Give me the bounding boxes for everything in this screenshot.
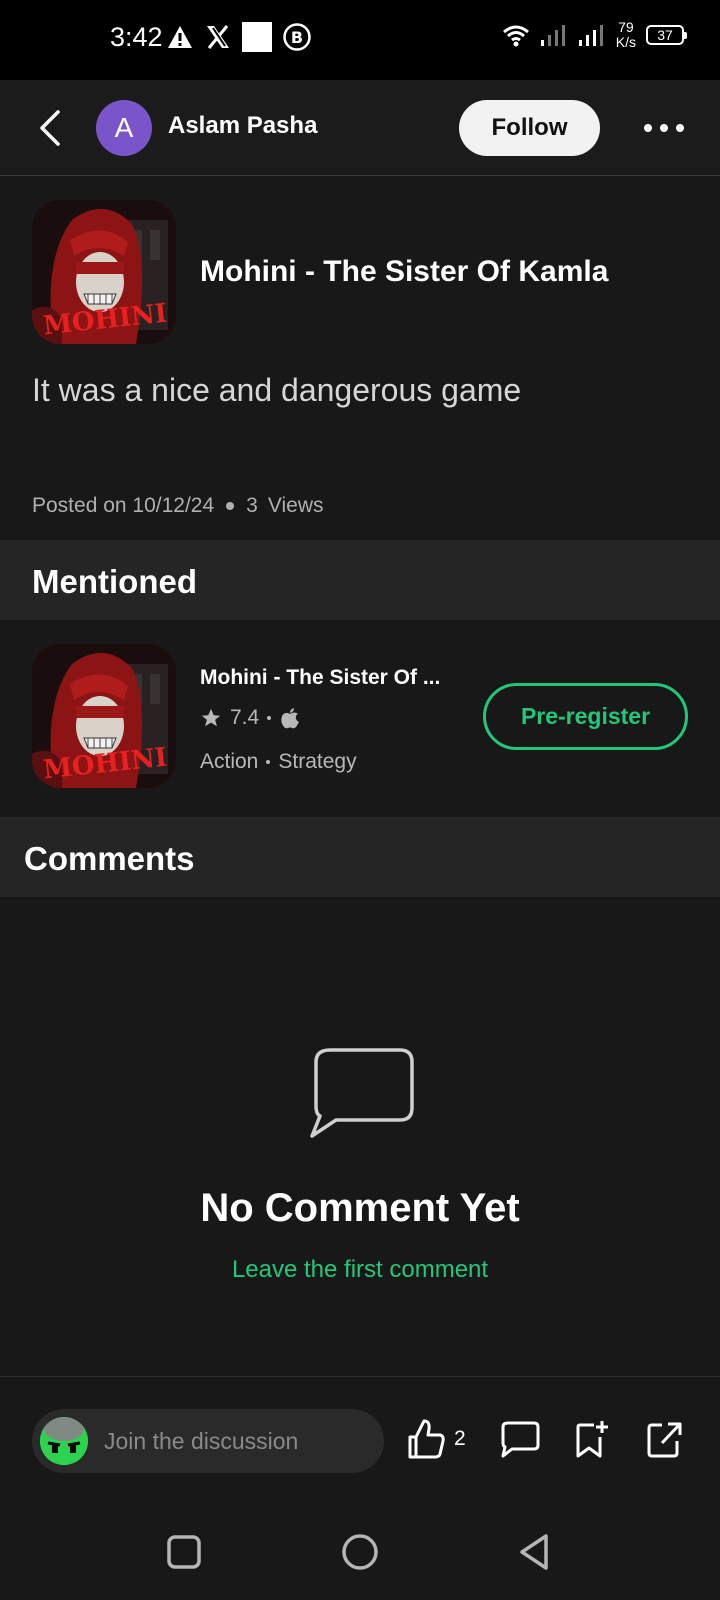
status-bar: 3:42 B 79 K/s 37 [0,0,720,80]
circle-icon [342,1534,378,1570]
back-nav-button[interactable] [514,1530,558,1574]
square-icon [167,1535,201,1569]
signal-icon-sim2 [578,25,603,46]
leave-first-comment-link[interactable]: Leave the first comment [0,1256,720,1284]
network-speed-value: 79 [618,19,634,35]
recent-apps-button[interactable] [162,1530,206,1574]
mentioned-title: Mentioned [32,563,197,600]
x-app-icon [207,25,229,49]
like-button[interactable]: 2 [406,1415,466,1463]
post-body-text: It was a nice and dangerous game [32,372,522,408]
like-count: 2 [454,1427,466,1450]
battery-indicator: 37 [646,25,687,45]
author-avatar[interactable]: A [96,100,152,156]
more-options-button[interactable] [640,110,688,146]
svg-text:B: B [291,28,303,47]
apple-icon [281,708,300,729]
back-arrow-icon [40,110,60,146]
share-button[interactable] [646,1415,682,1463]
views-label: Views [267,494,324,517]
home-button[interactable] [338,1530,382,1574]
tag-separator [266,760,271,764]
pre-register-button[interactable]: Pre-register [483,683,688,750]
comment-icon [501,1421,540,1458]
system-status-icons: 79 K/s 37 [502,20,687,50]
more-dots-icon [644,124,684,132]
join-discussion-input[interactable]: Join the discussion [32,1409,384,1473]
rating-value: 7.4 [230,706,260,729]
meta-separator [226,502,235,510]
status-time: 3:42 [110,22,163,52]
mentioned-game-rating: 7.4 [200,706,301,730]
post-game-title[interactable]: Mohini - The Sister Of Kamla [200,255,608,289]
signal-icon-sim1 [540,25,565,46]
wifi-icon [502,25,529,47]
mentioned-section-header: Mentioned [0,540,720,620]
views-count: 3 [246,494,258,517]
posted-date: Posted on 10/12/24 [32,494,215,517]
author-name[interactable]: Aslam Pasha [168,112,317,140]
comment-bubble-icon [310,1048,414,1138]
post-meta: Posted on 10/12/24 3 Views [32,494,323,518]
share-icon [647,1422,682,1458]
mentioned-game-tags: Action Strategy [200,750,357,774]
network-speed: 79 K/s [616,20,636,50]
back-button[interactable] [30,104,74,152]
mentioned-game-icon[interactable]: MOHINI [32,644,176,788]
b-circle-icon: B [283,23,311,51]
warning-icon [168,26,192,48]
comment-button[interactable] [500,1415,540,1463]
mohini-game-art: MOHINI [32,200,176,344]
mentioned-game-name[interactable]: Mohini - The Sister Of ... [200,666,460,690]
comments-title: Comments [24,840,195,877]
tag-strategy: Strategy [278,750,357,773]
comments-section-header: Comments [0,817,720,897]
network-speed-unit: K/s [615,34,636,50]
input-placeholder: Join the discussion [104,1428,299,1454]
star-icon [201,708,221,727]
current-user-avatar [40,1417,88,1465]
empty-comments-title: No Comment Yet [200,1186,520,1230]
post-header: A Aslam Pasha Follow [0,80,720,176]
bookmark-add-icon [576,1421,608,1458]
tag-action: Action [200,750,259,773]
rating-separator [267,716,272,720]
system-navigation-bar [0,1500,720,1600]
bottom-action-bar: Join the discussion 2 [0,1376,720,1500]
user-avatar-art [40,1417,88,1465]
mohini-game-art: MOHINI [32,644,176,788]
notification-icons: B [166,22,312,52]
bookmark-button[interactable] [574,1415,610,1463]
image-notification-icon [242,22,272,52]
follow-button[interactable]: Follow [459,100,600,156]
thumbs-up-icon [408,1419,445,1459]
post-game-icon[interactable]: MOHINI [32,200,176,344]
triangle-back-icon [520,1534,548,1570]
